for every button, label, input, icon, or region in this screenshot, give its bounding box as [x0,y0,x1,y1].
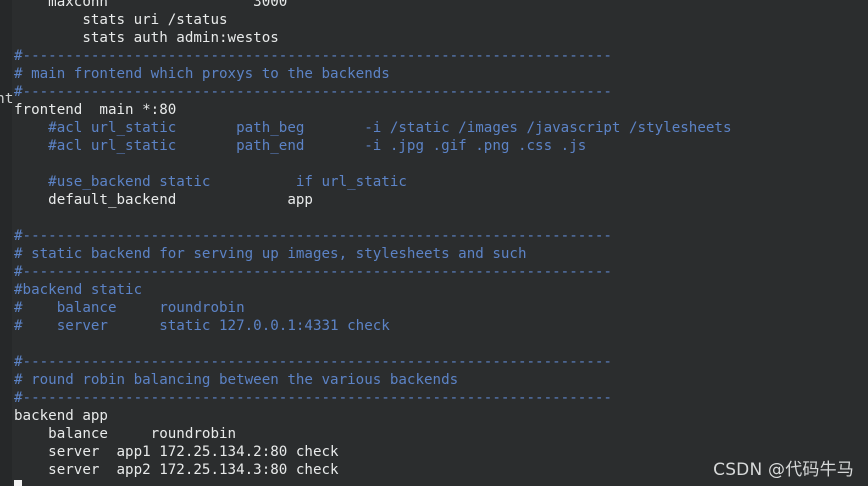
terminal-line: #acl url_static path_end -i .jpg .gif .p… [14,138,587,154]
terminal-line: #---------------------------------------… [14,264,612,280]
terminal-window: nt maxconn 3000 stats uri /status stats … [0,0,868,486]
terminal-line: #---------------------------------------… [14,354,612,370]
terminal-line: #use_backend static if url_static [14,174,407,190]
terminal-line: #backend static [14,282,143,298]
terminal-line: #---------------------------------------… [14,84,612,100]
terminal-line: # static backend for serving up images, … [14,246,527,262]
terminal-line: #---------------------------------------… [14,48,612,64]
terminal-text-area[interactable]: maxconn 3000 stats uri /status stats aut… [14,0,864,479]
left-edge-partial-text: nt [0,91,14,107]
terminal-line: stats uri /status [14,12,228,28]
terminal-line: #---------------------------------------… [14,390,612,406]
terminal-line: default_backend app [14,192,313,208]
terminal-line: frontend main *:80 [14,102,177,118]
terminal-line: maxconn 3000 [14,0,288,10]
terminal-line: stats auth admin:westos [14,30,279,46]
terminal-line: # balance roundrobin [14,300,245,316]
terminal-line: # round robin balancing between the vari… [14,372,459,388]
terminal-cursor [14,480,22,486]
terminal-line: # server static 127.0.0.1:4331 check [14,318,390,334]
csdn-watermark: CSDN @代码牛马 [713,460,854,480]
terminal-line: balance roundrobin [14,426,237,442]
left-window-edge [0,0,12,486]
terminal-line: backend app [14,408,108,424]
terminal-line: # main frontend which proxys to the back… [14,66,390,82]
terminal-line: #---------------------------------------… [14,228,612,244]
terminal-line: #acl url_static path_beg -i /static /ima… [14,120,732,136]
